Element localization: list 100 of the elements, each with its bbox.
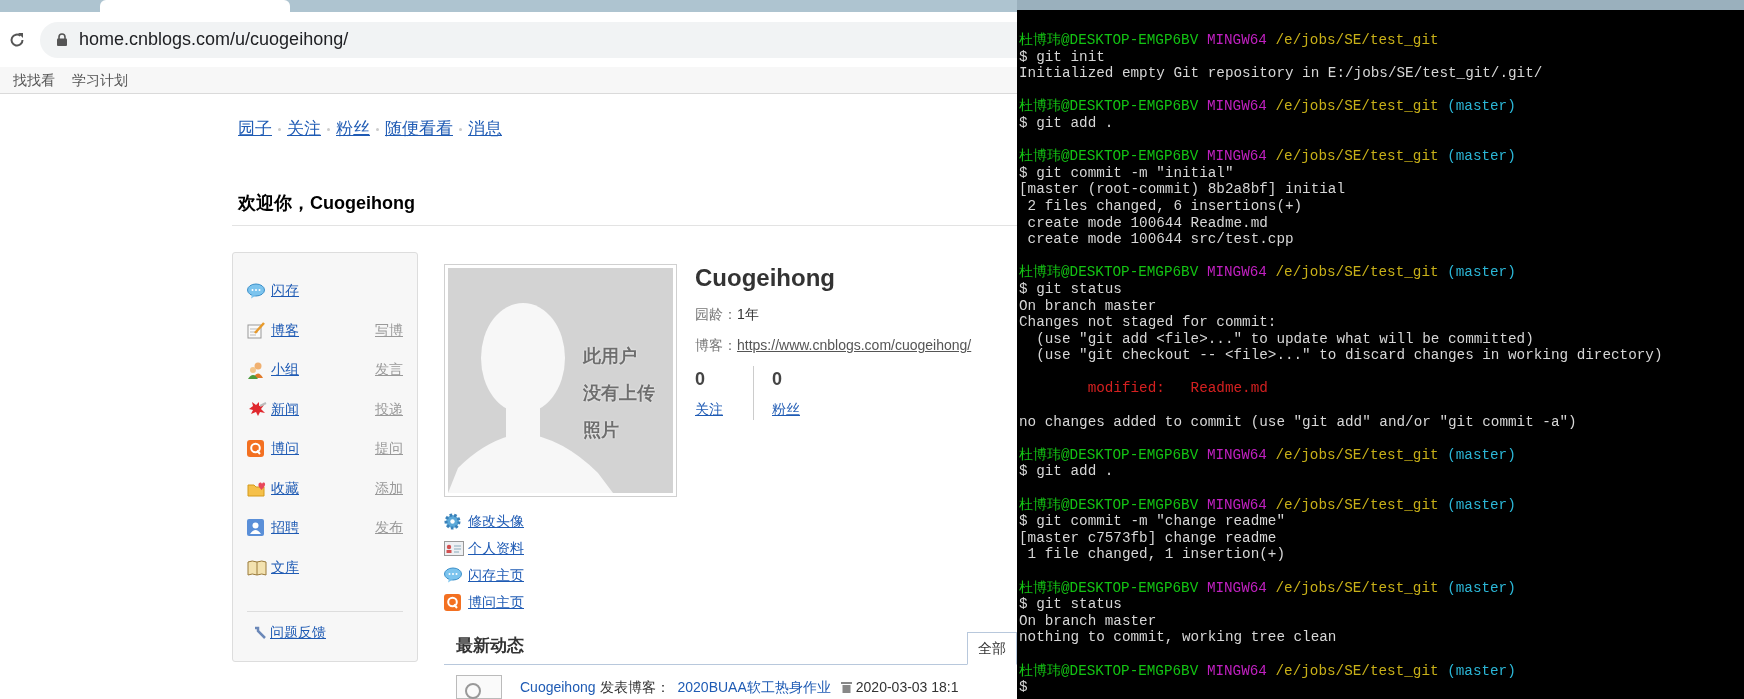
url-text: home.cnblogs.com/u/cuogeihong/ [79,28,349,52]
prompt-shell: MINGW64 [1206,446,1267,463]
sidebar-link[interactable]: 博问 [271,438,299,460]
terminal-line: $ git status [1019,596,1122,613]
prompt-path: /e/jobs/SE/test_git [1275,446,1439,463]
profile-link[interactable]: 修改头像 [468,510,524,532]
nav-link[interactable]: 园子 [238,116,272,142]
terminal-line: $ git commit -m "initial" [1019,164,1234,181]
speech-bubble-icon [247,282,265,299]
blog-label: 博客： [695,336,737,355]
sidebar-link[interactable]: 收藏 [271,477,299,499]
terminal-line: Changes not staged for commit: [1019,314,1277,331]
feedback-link[interactable]: 问题反馈 [270,622,326,643]
prompt-user: 杜博玮@DESKTOP-EMGP6BV [1019,662,1199,679]
sidebar-link[interactable]: 新闻 [271,398,299,420]
profile-link[interactable]: 闪存主页 [468,564,524,586]
terminal-line: $ git add . [1019,114,1114,131]
prompt-shell: MINGW64 [1206,98,1267,115]
terminal-line: Initialized empty Git repository in E:/jobs/SE/test_git/.git/ [1019,65,1543,82]
prompt-path: /e/jobs/SE/test_git [1275,496,1439,513]
modified-file-line: modified: Readme.md [1086,380,1268,397]
stat-count: 0 [772,368,783,391]
bookmark-link[interactable]: 找找看 [13,69,55,91]
notepad-icon [247,321,266,340]
burst-icon [247,401,267,418]
book-icon [247,558,267,576]
terminal-line: nothing to commit, working tree clean [1019,629,1337,646]
sidebar-link[interactable]: 文库 [271,556,299,578]
prompt-path: /e/jobs/SE/test_git [1275,662,1439,679]
prompt-path: /e/jobs/SE/test_git [1275,98,1439,115]
avatar-caption: 没有上传 [583,382,655,405]
terminal-line: create mode 100644 Readme.md [1026,214,1268,231]
filter-tab[interactable]: 全部 [967,632,1017,665]
avatar-caption: 照片 [583,419,620,442]
terminal-line: $ git status [1019,280,1122,297]
avatar-caption: 此用户 [583,345,638,368]
terminal-line: 2 files changed, 6 insertions(+) [1026,197,1303,214]
sidebar-link[interactable]: 招聘 [271,517,299,539]
activity-post-link[interactable]: 2020BUAA软工热身作业 [677,676,831,698]
prompt-path: /e/jobs/SE/test_git [1275,264,1439,281]
nav-link[interactable]: 消息 [468,116,502,142]
prompt-shell: MINGW64 [1206,148,1267,165]
address-bar[interactable]: home.cnblogs.com/u/cuogeihong/ [40,21,1017,58]
terminal-line: [master (root-commit) 8b2a8bf] initial [1019,181,1346,198]
terminal-line: $ git init [1019,48,1105,65]
prompt-shell: MINGW64 [1206,32,1267,48]
terminal-line: (use "git checkout -- <file>..." to discard changes in working directory) [1035,347,1663,364]
nav-link[interactable]: 随便看看 [385,116,453,142]
age-value: 1年 [737,305,759,324]
prompt-shell: MINGW64 [1206,579,1267,596]
activity-user-link[interactable]: Cuogeihong [520,676,596,698]
trash-icon [840,681,852,693]
prompt-user: 杜博玮@DESKTOP-EMGP6BV [1019,98,1199,115]
prompt-path: /e/jobs/SE/test_git [1275,32,1439,48]
reload-icon[interactable] [8,30,26,49]
terminal-line: $ git commit -m "change readme" [1019,513,1285,530]
prompt-branch: (master) [1447,446,1516,463]
stat-link[interactable]: 关注 [695,399,723,420]
terminal-line: (use "git add <file>..." to update what will be committed) [1035,330,1534,347]
stat-link[interactable]: 粉丝 [772,399,800,420]
terminal-line: On branch master [1019,612,1157,629]
terminal-line: On branch master [1019,297,1157,314]
blog-url-link[interactable]: https://www.cnblogs.com/cuogeihong/ [737,335,972,356]
prompt-branch: (master) [1447,98,1516,115]
speech-bubble-icon [444,567,462,583]
profile-name: Cuogeihong [695,264,836,292]
user-badge-icon [247,519,264,537]
prompt-shell: MINGW64 [1206,496,1267,513]
ring-icon [247,440,264,458]
sidebar-link[interactable]: 博客 [271,319,299,341]
prompt-user: 杜博玮@DESKTOP-EMGP6BV [1019,148,1199,165]
prompt-user: 杜博玮@DESKTOP-EMGP6BV [1019,264,1199,281]
prompt-user: 杜博玮@DESKTOP-EMGP6BV [1019,446,1199,463]
terminal-line: [master c7573fb] change readme [1019,529,1277,546]
gear-icon [444,512,461,530]
activity-heading: 最新动态 [455,634,524,657]
prompt-branch: (master) [1447,579,1516,596]
prompt-path: /e/jobs/SE/test_git [1275,148,1439,165]
terminal-line: create mode 100644 src/test.cpp [1026,231,1294,248]
welcome-heading: 欢迎你，Cuogeihong [238,193,415,213]
profile-link[interactable]: 博问主页 [468,591,524,613]
terminal-line: 1 file changed, 1 insertion(+) [1026,546,1285,563]
activity-action: 发表博客： [599,677,670,697]
terminal-line: $ git add . [1019,463,1114,480]
nav-link[interactable]: 粉丝 [336,116,370,142]
sidebar-link[interactable]: 闪存 [271,280,299,302]
prompt-user: 杜博玮@DESKTOP-EMGP6BV [1019,496,1199,513]
sidebar-link[interactable]: 小组 [271,359,299,381]
profile-link[interactable]: 个人资料 [468,537,524,559]
id-card-icon [444,540,464,556]
nav-link[interactable]: 关注 [287,116,321,142]
bookmark-link[interactable]: 学习计划 [72,69,128,91]
prompt-branch: (master) [1447,496,1516,513]
prompt-branch: (master) [1447,148,1516,165]
prompt-branch: (master) [1447,662,1516,679]
stat-count: 0 [695,368,706,391]
people-icon [247,360,265,379]
prompt-path: /e/jobs/SE/test_git [1275,579,1439,596]
lock-icon [57,33,67,47]
ring-icon [444,593,461,611]
